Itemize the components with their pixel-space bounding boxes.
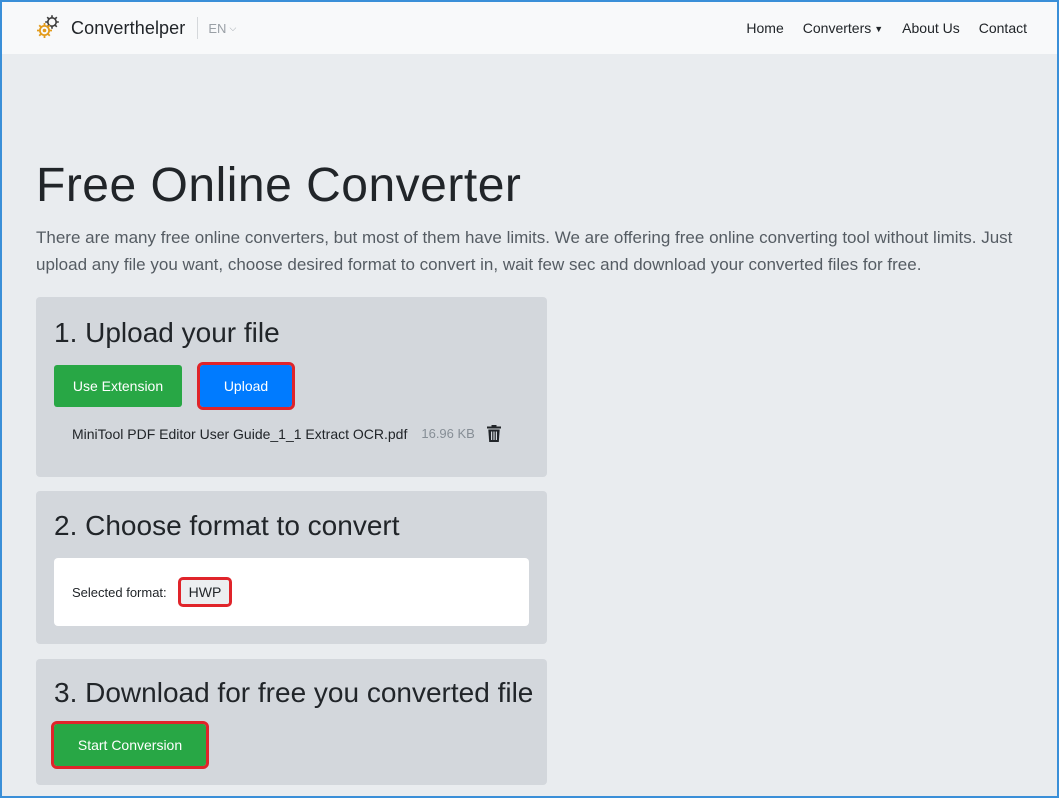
nav-converters[interactable]: Converters ▼ bbox=[803, 20, 883, 36]
brand-link[interactable]: Converthelper bbox=[35, 12, 185, 45]
trash-icon[interactable] bbox=[486, 425, 501, 442]
download-step-heading: 3. Download for free you converted file bbox=[54, 677, 534, 708]
uploaded-file-row: MiniTool PDF Editor User Guide_1_1 Extra… bbox=[72, 425, 501, 442]
file-size: 16.96 KB bbox=[421, 426, 475, 441]
file-name: MiniTool PDF Editor User Guide_1_1 Extra… bbox=[72, 425, 408, 442]
page-description: There are many free online converters, b… bbox=[36, 228, 1013, 274]
nav-links: Home Converters ▼ About Us Contact bbox=[727, 20, 1027, 36]
nav-about-us[interactable]: About Us bbox=[902, 20, 960, 36]
nav-converters-label: Converters bbox=[802, 20, 872, 36]
language-code: EN bbox=[208, 20, 227, 36]
start-conversion-button[interactable]: Start Conversion bbox=[51, 721, 209, 769]
upload-step-heading: 1. Upload your file bbox=[54, 317, 280, 348]
nav-home[interactable]: Home bbox=[746, 20, 783, 36]
format-step-card: 2. Choose format to convert Selected for… bbox=[36, 491, 547, 644]
language-selector[interactable]: EN ⌵ bbox=[197, 17, 236, 39]
download-step-card: 3. Download for free you converted file … bbox=[36, 659, 547, 785]
nav-contact[interactable]: Contact bbox=[979, 20, 1027, 36]
format-step-heading: 2. Choose format to convert bbox=[54, 510, 400, 541]
format-selector-box: Selected format: HWP bbox=[54, 558, 529, 626]
top-navbar: Converthelper EN ⌵ Home Converters ▼ Abou… bbox=[2, 2, 1057, 54]
upload-button[interactable]: Upload bbox=[197, 362, 295, 410]
selected-format-label: Selected format: bbox=[72, 584, 167, 600]
brand-name: Converthelper bbox=[71, 17, 186, 38]
caret-down-icon: ▼ bbox=[874, 24, 884, 34]
upload-step-card: 1. Upload your file Use Extension Upload… bbox=[36, 297, 547, 477]
page-title: Free Online Converter bbox=[36, 159, 522, 212]
use-extension-button[interactable]: Use Extension bbox=[54, 365, 182, 407]
chevron-down-icon: ⌵ bbox=[229, 22, 237, 33]
gear-logo-icon bbox=[35, 12, 63, 45]
selected-format-value[interactable]: HWP bbox=[177, 577, 233, 607]
